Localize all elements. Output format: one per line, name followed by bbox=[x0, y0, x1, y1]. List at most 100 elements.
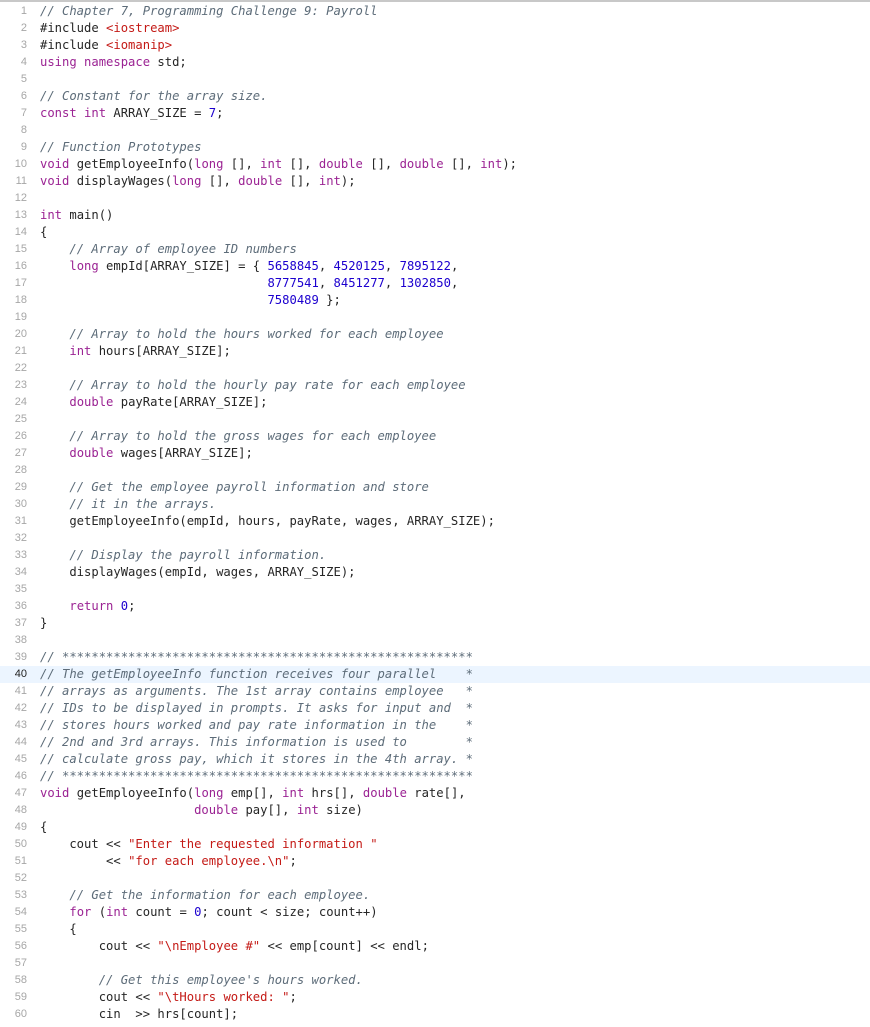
code-text[interactable]: cin >> hrs[count]; bbox=[40, 1006, 870, 1023]
code-text[interactable]: 8777541, 8451277, 1302850, bbox=[40, 275, 870, 292]
code-line-current[interactable]: 40 // The getEmployeeInfo function receiv… bbox=[0, 666, 870, 683]
code-line[interactable]: 21 int hours[ARRAY_SIZE]; bbox=[0, 343, 870, 360]
code-line[interactable]: 5 bbox=[0, 71, 870, 88]
code-line[interactable]: 60 cin >> hrs[count]; bbox=[0, 1006, 870, 1023]
code-text[interactable] bbox=[40, 411, 870, 428]
code-text[interactable]: // Get the employee payroll information … bbox=[40, 479, 870, 496]
code-text[interactable]: double pay[], int size) bbox=[40, 802, 870, 819]
code-text[interactable]: // Array to hold the gross wages for eac… bbox=[40, 428, 870, 445]
code-line[interactable]: 29 // Get the employee payroll informati… bbox=[0, 479, 870, 496]
code-text[interactable]: // stores hours worked and pay rate info… bbox=[40, 717, 870, 734]
code-text[interactable]: int main() bbox=[40, 207, 870, 224]
code-text[interactable]: // Constant for the array size. bbox=[40, 88, 870, 105]
code-text[interactable]: // Get this employee's hours worked. bbox=[40, 972, 870, 989]
code-line[interactable]: 11 void displayWages(long [], double [], … bbox=[0, 173, 870, 190]
code-text[interactable]: // arrays as arguments. The 1st array co… bbox=[40, 683, 870, 700]
code-text[interactable]: using namespace std; bbox=[40, 54, 870, 71]
code-text[interactable]: // IDs to be displayed in prompts. It as… bbox=[40, 700, 870, 717]
code-line[interactable]: 30 // it in the arrays. bbox=[0, 496, 870, 513]
code-line[interactable]: 48 double pay[], int size) bbox=[0, 802, 870, 819]
code-text[interactable]: // *************************************… bbox=[40, 768, 870, 785]
code-line[interactable]: 13 int main() bbox=[0, 207, 870, 224]
code-line[interactable]: 8 bbox=[0, 122, 870, 139]
code-text[interactable]: cout << "\tHours worked: "; bbox=[40, 989, 870, 1006]
code-line[interactable]: 45 // calculate gross pay, which it store… bbox=[0, 751, 870, 768]
code-text[interactable]: for (int count = 0; count < size; count+… bbox=[40, 904, 870, 921]
code-line[interactable]: 18 7580489 }; bbox=[0, 292, 870, 309]
code-text[interactable] bbox=[40, 632, 870, 649]
code-line[interactable]: 9 // Function Prototypes bbox=[0, 139, 870, 156]
code-line[interactable]: 53 // Get the information for each emplo… bbox=[0, 887, 870, 904]
code-line[interactable]: 24 double payRate[ARRAY_SIZE]; bbox=[0, 394, 870, 411]
code-line[interactable]: 44 // 2nd and 3rd arrays. This informatio… bbox=[0, 734, 870, 751]
code-text[interactable]: return 0; bbox=[40, 598, 870, 615]
code-line[interactable]: 14 { bbox=[0, 224, 870, 241]
code-line[interactable]: 32 bbox=[0, 530, 870, 547]
code-text[interactable] bbox=[40, 122, 870, 139]
code-line[interactable]: 34 displayWages(empId, wages, ARRAY_SIZE… bbox=[0, 564, 870, 581]
code-text[interactable]: double wages[ARRAY_SIZE]; bbox=[40, 445, 870, 462]
code-text[interactable] bbox=[40, 309, 870, 326]
code-line[interactable]: 54 for (int count = 0; count < size; cou… bbox=[0, 904, 870, 921]
code-line[interactable]: 37} bbox=[0, 615, 870, 632]
code-text[interactable]: // Chapter 7, Programming Challenge 9: P… bbox=[40, 3, 870, 20]
code-line[interactable]: 47 void getEmployeeInfo(long emp[], int h… bbox=[0, 785, 870, 802]
code-text[interactable]: double payRate[ARRAY_SIZE]; bbox=[40, 394, 870, 411]
code-line[interactable]: 56 cout << "\nEmployee #" << emp[count] … bbox=[0, 938, 870, 955]
code-line[interactable]: 16 long empId[ARRAY_SIZE] = { 5658845, 4… bbox=[0, 258, 870, 275]
code-text[interactable]: displayWages(empId, wages, ARRAY_SIZE); bbox=[40, 564, 870, 581]
code-line[interactable]: 25 bbox=[0, 411, 870, 428]
code-text[interactable]: { bbox=[40, 819, 870, 836]
code-line[interactable]: 39 // ***********************************… bbox=[0, 649, 870, 666]
code-line[interactable]: 1 // Chapter 7, Programming Challenge 9: … bbox=[0, 3, 870, 20]
code-text[interactable]: int hours[ARRAY_SIZE]; bbox=[40, 343, 870, 360]
code-line[interactable]: 15 // Array of employee ID numbers bbox=[0, 241, 870, 258]
code-text[interactable]: { bbox=[40, 224, 870, 241]
code-line[interactable]: 12 bbox=[0, 190, 870, 207]
code-text[interactable]: << "for each employee.\n"; bbox=[40, 853, 870, 870]
code-line[interactable]: 4 using namespace std; bbox=[0, 54, 870, 71]
code-line[interactable]: 59 cout << "\tHours worked: "; bbox=[0, 989, 870, 1006]
code-text[interactable]: // Display the payroll information. bbox=[40, 547, 870, 564]
code-text[interactable]: cout << "\nEmployee #" << emp[count] << … bbox=[40, 938, 870, 955]
code-line[interactable]: 7 const int ARRAY_SIZE = 7; bbox=[0, 105, 870, 122]
code-text[interactable]: #include <iostream> bbox=[40, 20, 870, 37]
code-line[interactable]: 33 // Display the payroll information. bbox=[0, 547, 870, 564]
code-text[interactable]: { bbox=[40, 921, 870, 938]
code-text[interactable] bbox=[40, 71, 870, 88]
code-text[interactable]: #include <iomanip> bbox=[40, 37, 870, 54]
code-line[interactable]: 22 bbox=[0, 360, 870, 377]
code-text[interactable]: getEmployeeInfo(empId, hours, payRate, w… bbox=[40, 513, 870, 530]
code-text[interactable] bbox=[40, 870, 870, 887]
code-text[interactable]: // The getEmployeeInfo function receives… bbox=[40, 666, 870, 683]
code-line[interactable]: 36 return 0; bbox=[0, 598, 870, 615]
code-line[interactable]: 42 // IDs to be displayed in prompts. It … bbox=[0, 700, 870, 717]
code-text[interactable] bbox=[40, 530, 870, 547]
code-line[interactable]: 23 // Array to hold the hourly pay rate … bbox=[0, 377, 870, 394]
code-text[interactable] bbox=[40, 190, 870, 207]
code-text[interactable]: cout << "Enter the requested information… bbox=[40, 836, 870, 853]
code-text[interactable]: // Get the information for each employee… bbox=[40, 887, 870, 904]
code-line[interactable]: 27 double wages[ARRAY_SIZE]; bbox=[0, 445, 870, 462]
code-text[interactable]: // 2nd and 3rd arrays. This information … bbox=[40, 734, 870, 751]
code-text[interactable]: // it in the arrays. bbox=[40, 496, 870, 513]
code-line[interactable]: 2 #include <iostream> bbox=[0, 20, 870, 37]
code-line[interactable]: 49 { bbox=[0, 819, 870, 836]
code-text[interactable]: // Array to hold the hourly pay rate for… bbox=[40, 377, 870, 394]
code-text[interactable]: // Function Prototypes bbox=[40, 139, 870, 156]
code-text[interactable] bbox=[40, 581, 870, 598]
code-line[interactable]: 10 void getEmployeeInfo(long [], int [], … bbox=[0, 156, 870, 173]
code-line[interactable]: 31 getEmployeeInfo(empId, hours, payRate… bbox=[0, 513, 870, 530]
code-text[interactable] bbox=[40, 360, 870, 377]
code-line[interactable]: 51 << "for each employee.\n"; bbox=[0, 853, 870, 870]
code-line[interactable]: 46 // ***********************************… bbox=[0, 768, 870, 785]
code-text[interactable]: 7580489 }; bbox=[40, 292, 870, 309]
code-line[interactable]: 17 8777541, 8451277, 1302850, bbox=[0, 275, 870, 292]
code-text[interactable]: void getEmployeeInfo(long [], int [], do… bbox=[40, 156, 870, 173]
code-text[interactable]: void displayWages(long [], double [], in… bbox=[40, 173, 870, 190]
code-line[interactable]: 6 // Constant for the array size. bbox=[0, 88, 870, 105]
code-text[interactable]: // calculate gross pay, which it stores … bbox=[40, 751, 870, 768]
code-text[interactable]: // *************************************… bbox=[40, 649, 870, 666]
code-line[interactable]: 38 bbox=[0, 632, 870, 649]
code-line[interactable]: 58 // Get this employee's hours worked. bbox=[0, 972, 870, 989]
